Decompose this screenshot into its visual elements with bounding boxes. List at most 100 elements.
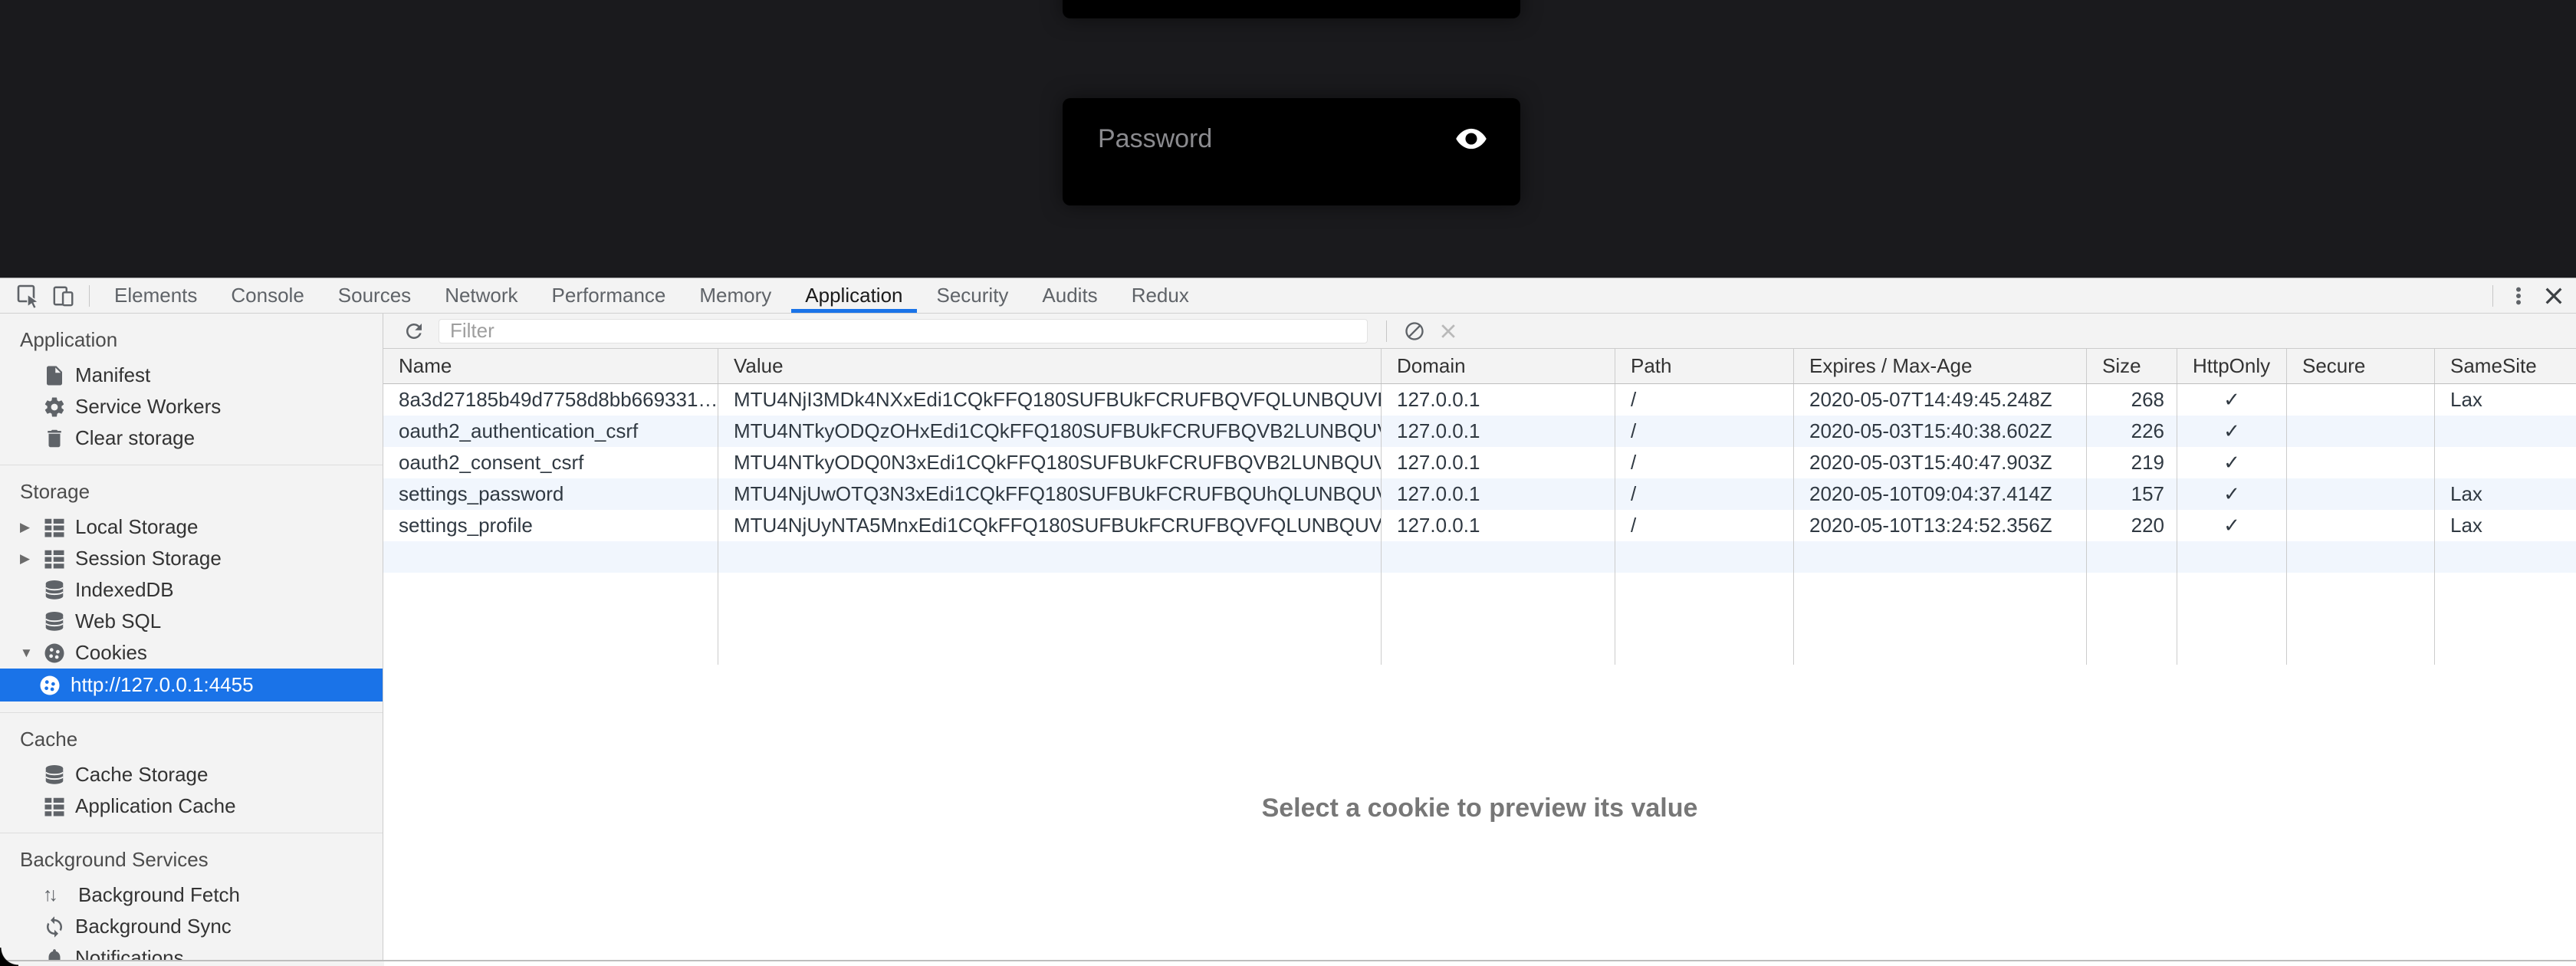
cookie-expires[interactable]: 2020-05-10T09:04:37.414Z bbox=[1794, 478, 2087, 510]
cookie-value[interactable]: MTU4NjI3MDk4NXxEdi1CQkFFQ180SUFBUkFCRUFB… bbox=[718, 384, 1382, 416]
sidebar-item-background-sync[interactable]: Background Sync bbox=[0, 911, 383, 942]
tab-elements[interactable]: Elements bbox=[97, 278, 214, 313]
cookie-value[interactable]: MTU4NjUwOTQ3N3xEdi1CQkFFQ180SUFBUkFCRUFB… bbox=[718, 478, 1382, 510]
cookie-httponly-check[interactable]: ✓ bbox=[2177, 416, 2287, 447]
cookie-httponly-check[interactable]: ✓ bbox=[2177, 478, 2287, 510]
delete-selected-button[interactable] bbox=[1431, 314, 1465, 348]
cookie-path[interactable]: / bbox=[1615, 447, 1794, 478]
cookie-table-row[interactable]: 8a3d27185b49d7758d8bb669331… MTU4NjI3MDk… bbox=[383, 384, 2576, 416]
cookie-table-row[interactable]: settings_password MTU4NjUwOTQ3N3xEdi1CQk… bbox=[383, 478, 2576, 510]
cookie-size[interactable]: 226 bbox=[2087, 416, 2177, 447]
inspect-element-button[interactable] bbox=[11, 278, 46, 314]
column-header-domain[interactable]: Domain bbox=[1382, 349, 1615, 383]
sidebar-item-clear-storage[interactable]: Clear storage bbox=[0, 422, 383, 454]
chevron-right-icon[interactable]: ▶ bbox=[20, 520, 43, 535]
cookie-name[interactable]: oauth2_authentication_csrf bbox=[383, 416, 718, 447]
refresh-button[interactable] bbox=[397, 314, 431, 348]
cookie-name[interactable]: 8a3d27185b49d7758d8bb669331… bbox=[383, 384, 718, 416]
sidebar-item-application-cache[interactable]: Application Cache bbox=[0, 790, 383, 822]
cookie-secure[interactable] bbox=[2287, 510, 2435, 541]
tab-performance[interactable]: Performance bbox=[535, 278, 683, 313]
column-header-name[interactable]: Name bbox=[383, 349, 718, 383]
sidebar-item-label: Cache Storage bbox=[75, 763, 208, 787]
cookie-secure[interactable] bbox=[2287, 478, 2435, 510]
cookie-name[interactable]: settings_password bbox=[383, 478, 718, 510]
tab-console[interactable]: Console bbox=[214, 278, 320, 313]
sidebar-item-web-sql[interactable]: Web SQL bbox=[0, 606, 383, 637]
sidebar-item-indexeddb[interactable]: IndexedDB bbox=[0, 574, 383, 606]
device-toolbar-button[interactable] bbox=[46, 278, 81, 314]
sidebar-item-session-storage[interactable]: ▶ Session Storage bbox=[0, 543, 383, 574]
cookie-domain[interactable]: 127.0.0.1 bbox=[1382, 447, 1615, 478]
column-header-size[interactable]: Size bbox=[2087, 349, 2177, 383]
cookie-samesite[interactable] bbox=[2435, 416, 2576, 447]
cookie-path[interactable]: / bbox=[1615, 384, 1794, 416]
cookie-expires[interactable]: 2020-05-10T13:24:52.356Z bbox=[1794, 510, 2087, 541]
cookie-domain[interactable]: 127.0.0.1 bbox=[1382, 478, 1615, 510]
sidebar-item-service-workers[interactable]: Service Workers bbox=[0, 391, 383, 422]
cookie-value[interactable]: MTU4NjUyNTA5MnxEdi1CQkFFQ180SUFBUkFCRUFB… bbox=[718, 510, 1382, 541]
tab-application[interactable]: Application bbox=[788, 278, 919, 313]
clipped-input-top[interactable] bbox=[1063, 0, 1520, 18]
tab-network[interactable]: Network bbox=[428, 278, 534, 313]
cookie-httponly-check[interactable]: ✓ bbox=[2177, 447, 2287, 478]
chevron-right-icon[interactable]: ▶ bbox=[20, 551, 43, 567]
cookie-name[interactable]: settings_profile bbox=[383, 510, 718, 541]
column-header-secure[interactable]: Secure bbox=[2287, 349, 2435, 383]
tab-memory[interactable]: Memory bbox=[682, 278, 788, 313]
column-header-expires[interactable]: Expires / Max-Age bbox=[1794, 349, 2087, 383]
sidebar-item-cookies-origin[interactable]: http://127.0.0.1:4455 bbox=[0, 669, 383, 702]
devtools-menu-button[interactable] bbox=[2501, 278, 2536, 314]
tab-sources[interactable]: Sources bbox=[321, 278, 428, 313]
column-header-samesite[interactable]: SameSite bbox=[2435, 349, 2576, 383]
sidebar-item-cookies[interactable]: ▼ Cookies bbox=[0, 637, 383, 669]
column-header-path[interactable]: Path bbox=[1615, 349, 1794, 383]
cookie-path[interactable]: / bbox=[1615, 478, 1794, 510]
cookie-size[interactable]: 268 bbox=[2087, 384, 2177, 416]
password-input[interactable] bbox=[1096, 123, 1454, 155]
cookie-path[interactable]: / bbox=[1615, 416, 1794, 447]
cookie-value[interactable]: MTU4NTkyODQzOHxEdi1CQkFFQ180SUFBUkFCRUFB… bbox=[718, 416, 1382, 447]
tab-security[interactable]: Security bbox=[920, 278, 1026, 313]
devtools-bottom-edge bbox=[0, 960, 2576, 966]
sidebar-item-background-fetch[interactable]: ↑↓ Background Fetch bbox=[0, 879, 383, 911]
cookie-samesite[interactable]: Lax bbox=[2435, 478, 2576, 510]
cookie-domain[interactable]: 127.0.0.1 bbox=[1382, 510, 1615, 541]
cookie-table-row[interactable]: oauth2_consent_csrf MTU4NTkyODQ0N3xEdi1C… bbox=[383, 447, 2576, 478]
cookie-name[interactable]: oauth2_consent_csrf bbox=[383, 447, 718, 478]
cookie-expires[interactable]: 2020-05-03T15:40:38.602Z bbox=[1794, 416, 2087, 447]
cookie-httponly-check[interactable]: ✓ bbox=[2177, 510, 2287, 541]
sidebar-item-notifications[interactable]: Notifications bbox=[0, 942, 383, 960]
table-filler-area bbox=[383, 573, 2576, 665]
sidebar-item-manifest[interactable]: Manifest bbox=[0, 360, 383, 391]
cookie-table-row[interactable]: settings_profile MTU4NjUyNTA5MnxEdi1CQkF… bbox=[383, 510, 2576, 541]
cookie-value[interactable]: MTU4NTkyODQ0N3xEdi1CQkFFQ180SUFBUkFCRUFB… bbox=[718, 447, 1382, 478]
cookie-size[interactable]: 220 bbox=[2087, 510, 2177, 541]
cookie-samesite[interactable] bbox=[2435, 447, 2576, 478]
sidebar-item-local-storage[interactable]: ▶ Local Storage bbox=[0, 511, 383, 543]
cookie-filter-input[interactable] bbox=[439, 319, 1368, 343]
cookie-secure[interactable] bbox=[2287, 384, 2435, 416]
cookie-path[interactable]: / bbox=[1615, 510, 1794, 541]
tab-audits[interactable]: Audits bbox=[1025, 278, 1114, 313]
cookie-domain[interactable]: 127.0.0.1 bbox=[1382, 384, 1615, 416]
cookie-httponly-check[interactable]: ✓ bbox=[2177, 384, 2287, 416]
clear-all-cookies-button[interactable] bbox=[1398, 314, 1431, 348]
column-header-httponly[interactable]: HttpOnly bbox=[2177, 349, 2287, 383]
column-header-value[interactable]: Value bbox=[718, 349, 1382, 383]
cookie-secure[interactable] bbox=[2287, 416, 2435, 447]
sidebar-item-cache-storage[interactable]: Cache Storage bbox=[0, 759, 383, 790]
cookie-domain[interactable]: 127.0.0.1 bbox=[1382, 416, 1615, 447]
cookie-samesite[interactable]: Lax bbox=[2435, 384, 2576, 416]
cookie-samesite[interactable]: Lax bbox=[2435, 510, 2576, 541]
chevron-down-icon[interactable]: ▼ bbox=[20, 646, 43, 661]
cookie-size[interactable]: 157 bbox=[2087, 478, 2177, 510]
cookie-expires[interactable]: 2020-05-03T15:40:47.903Z bbox=[1794, 447, 2087, 478]
cookie-expires[interactable]: 2020-05-07T14:49:45.248Z bbox=[1794, 384, 2087, 416]
tab-redux[interactable]: Redux bbox=[1115, 278, 1206, 313]
cookie-secure[interactable] bbox=[2287, 447, 2435, 478]
devtools-close-button[interactable] bbox=[2536, 278, 2571, 314]
eye-icon[interactable] bbox=[1454, 127, 1488, 151]
cookie-table-row[interactable]: oauth2_authentication_csrf MTU4NTkyODQzO… bbox=[383, 416, 2576, 447]
cookie-size[interactable]: 219 bbox=[2087, 447, 2177, 478]
